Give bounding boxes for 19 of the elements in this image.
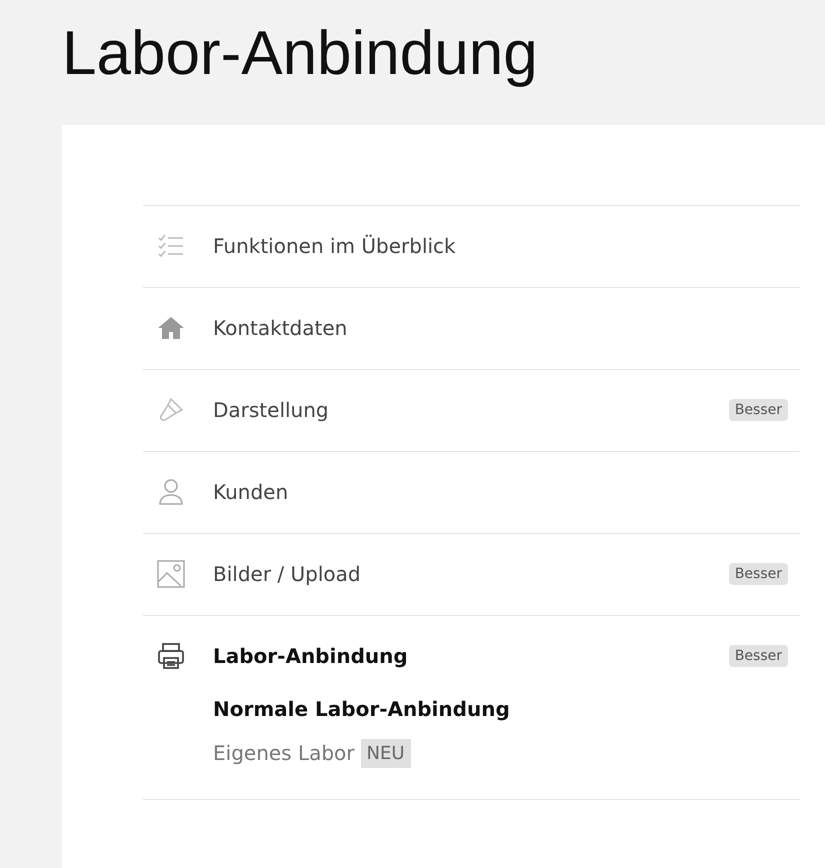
submenu-item[interactable]: Normale Labor-Anbindung [213,697,510,721]
badge: Besser [728,399,788,421]
brush-icon [157,396,185,424]
printer-icon [157,642,185,670]
menu-item[interactable]: Darstellung [213,398,729,422]
menu-item[interactable]: Bilder / Upload [213,562,729,586]
checklist-icon [157,232,185,260]
image-icon [157,560,185,588]
house-icon [157,314,185,342]
badge: Besser [728,645,788,667]
menu-item[interactable]: Funktionen im Überblick [213,234,788,258]
new-badge: NEU [360,738,411,768]
menu-item[interactable]: Kunden [213,480,788,504]
page-title: Labor-Anbindung [62,18,539,90]
badge: Besser [728,563,788,585]
person-icon [157,478,185,506]
submenu-item[interactable]: Eigenes Labor [213,741,355,765]
menu-item[interactable]: Labor-Anbindung [213,644,729,668]
menu-item[interactable]: Kontaktdaten [213,316,788,340]
